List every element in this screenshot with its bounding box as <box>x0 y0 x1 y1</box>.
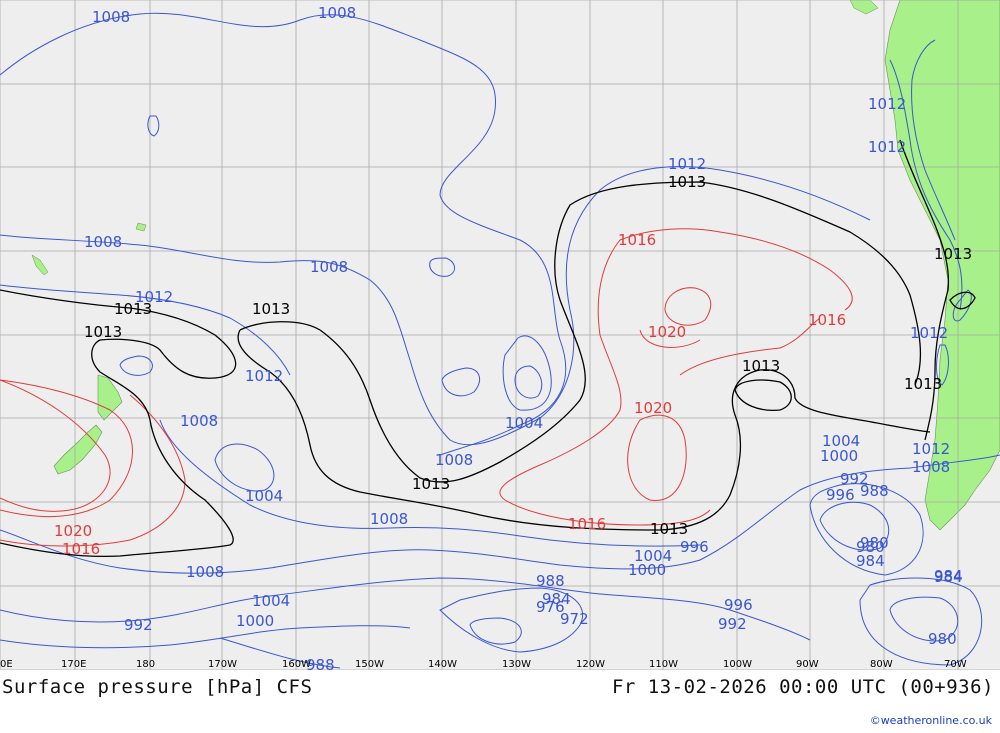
isobar-label-low: 988 <box>306 656 335 670</box>
isobar-label-low: 1004 <box>245 487 283 505</box>
isobar-label-low: 1008 <box>435 451 473 469</box>
longitude-tick-label: 90W <box>796 659 819 670</box>
isobar-label-low: 1012 <box>245 367 283 385</box>
isobar-label-low: 992 <box>124 616 153 634</box>
isobar-label-1013: 1013 <box>934 245 972 263</box>
longitude-tick-label: 130W <box>502 659 531 670</box>
isobar-label-low: 1008 <box>180 412 218 430</box>
isobar-label-low: 992 <box>718 615 747 633</box>
isobar-label-high: 1016 <box>808 311 846 329</box>
longitude-tick-label: 70W <box>944 659 967 670</box>
isobar-label-1013: 1013 <box>114 300 152 318</box>
longitude-tick-label: 0E <box>0 659 13 670</box>
isobar-label-low: 1008 <box>92 8 130 26</box>
pressure-map: 0E 170E 180 170W 160W 150W 140W 130W 120W 110W 100… <box>0 0 1000 670</box>
map-title: Surface pressure [hPa] CFS <box>2 676 313 698</box>
longitude-tick-label: 110W <box>649 659 678 670</box>
longitude-tick-label: 170E <box>61 659 86 670</box>
isobar-label-low: 1008 <box>310 258 348 276</box>
isobar-label-low: 1012 <box>912 440 950 458</box>
isobar-label-low: 988 <box>860 482 889 500</box>
isobar-label-low: 1008 <box>912 458 950 476</box>
isobar-label-low: 1000 <box>628 561 666 579</box>
isobar-label-1013: 1013 <box>252 300 290 318</box>
isobar-label-1013: 1013 <box>412 475 450 493</box>
longitude-tick-label: 80W <box>870 659 893 670</box>
isobar-label-low: 1012 <box>910 324 948 342</box>
isobar-label-low: 980 <box>860 534 889 552</box>
isobar-label-low: 996 <box>680 538 709 556</box>
isobar-label-low: 972 <box>560 610 589 628</box>
isobar-label-high: 1016 <box>618 231 656 249</box>
isobar-label-1013: 1013 <box>742 357 780 375</box>
isobar-label-high: 1016 <box>568 515 606 533</box>
isobar-label-low: 1000 <box>236 612 274 630</box>
isobar-label-low: 984 <box>934 568 963 586</box>
isobar-label-low: 1008 <box>84 233 122 251</box>
isobar-label-low: 996 <box>724 596 753 614</box>
longitude-tick-label: 100W <box>723 659 752 670</box>
isobar-label-1013: 1013 <box>84 323 122 341</box>
isobar-label-high: 1020 <box>648 323 686 341</box>
longitude-tick-label: 180 <box>136 659 155 670</box>
isobar-label-high: 1020 <box>54 522 92 540</box>
isobar-label-low: 1000 <box>820 447 858 465</box>
isobar-label-high: 1020 <box>634 399 672 417</box>
isobar-label-low: 1012 <box>868 95 906 113</box>
isobar-label-1013: 1013 <box>668 173 706 191</box>
isobar-label-low: 1004 <box>252 592 290 610</box>
isobar-label-low: 1012 <box>668 155 706 173</box>
isobar-label-low: 980 <box>928 630 957 648</box>
isobar-label-low: 1008 <box>370 510 408 528</box>
isobar-label-1013: 1013 <box>650 520 688 538</box>
isobar-label-low: 1008 <box>186 563 224 581</box>
isobar-label-high: 1016 <box>62 540 100 558</box>
longitude-tick-label: 170W <box>208 659 237 670</box>
isobar-label-low: 1012 <box>868 138 906 156</box>
isobar-label-low: 1008 <box>318 4 356 22</box>
longitude-tick-label: 150W <box>355 659 384 670</box>
longitude-tick-label: 120W <box>576 659 605 670</box>
valid-time: Fr 13-02-2026 00:00 UTC (00+936) <box>611 676 994 698</box>
credit-link[interactable]: ©weatheronline.co.uk <box>870 714 992 727</box>
longitude-tick-label: 140W <box>428 659 457 670</box>
isobar-label-low: 984 <box>856 552 885 570</box>
isobar-label-low: 988 <box>536 572 565 590</box>
isobar-label-low: 996 <box>826 486 855 504</box>
isobar-label-low: 1004 <box>505 414 543 432</box>
isobar-label-1013: 1013 <box>904 375 942 393</box>
